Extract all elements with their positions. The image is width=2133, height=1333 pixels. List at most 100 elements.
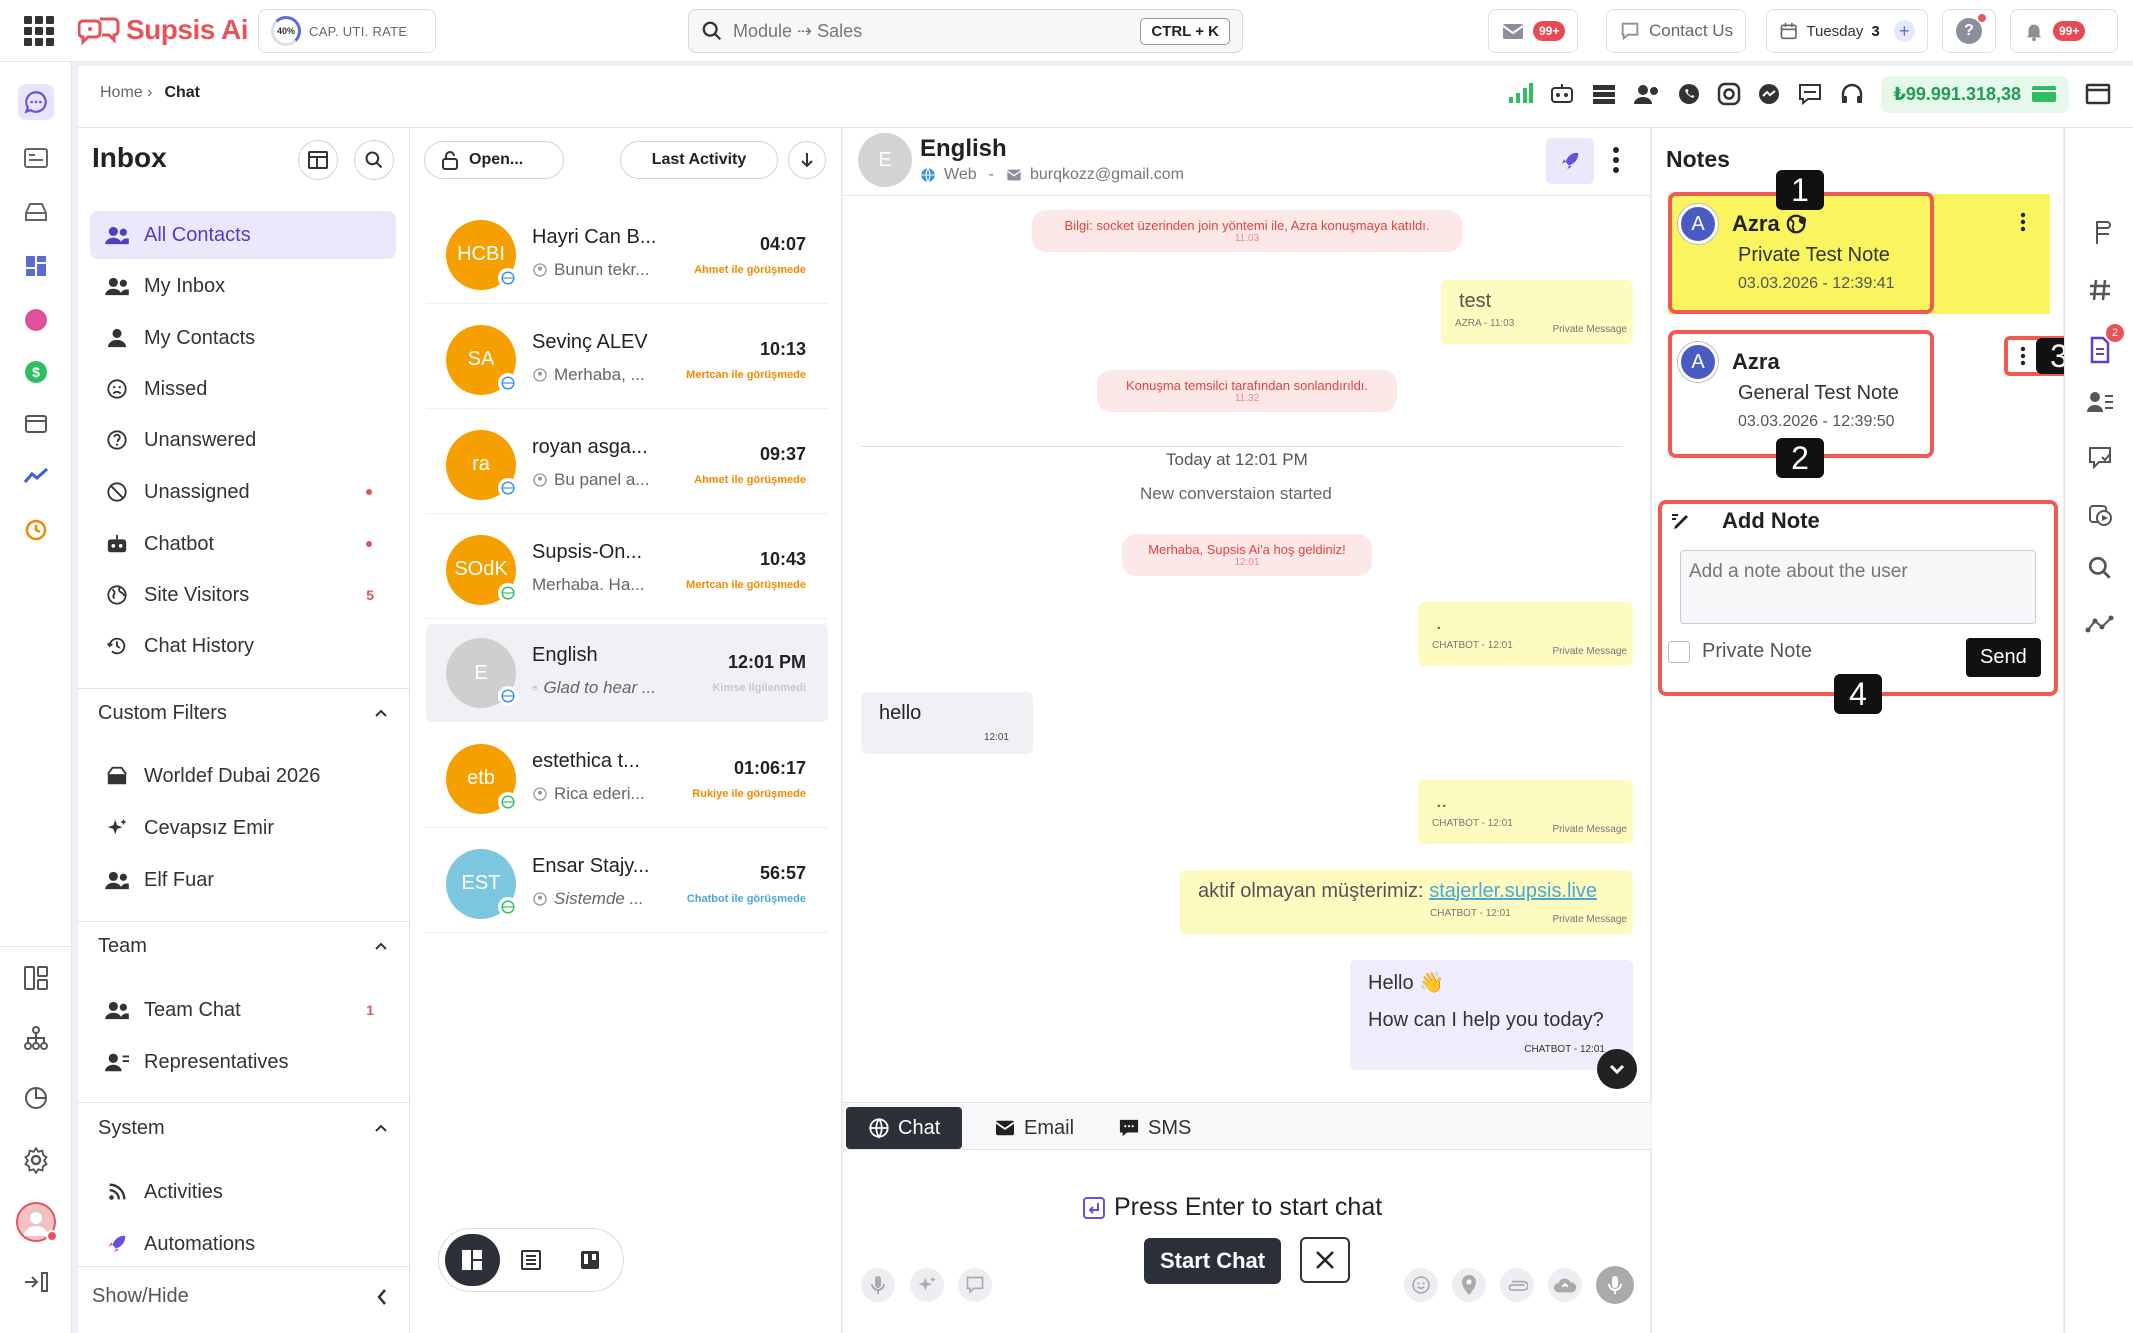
sales-nav-icon[interactable]: $ xyxy=(18,354,54,390)
emoji-button[interactable] xyxy=(1404,1268,1438,1302)
notifications-button[interactable]: 99+ xyxy=(2010,9,2118,53)
message-bubble[interactable]: .. CHATBOT - 12:01 Private Message xyxy=(1418,780,1633,844)
conversation-row[interactable]: SOdK Supsis-On... 10:43 Merhaba. Ha... Mertc… xyxy=(426,521,828,619)
nav-missed[interactable]: Missed xyxy=(90,365,396,413)
note-more-icon[interactable] xyxy=(2020,212,2026,232)
journey-tab-icon[interactable] xyxy=(2082,606,2118,642)
nav-all-contacts[interactable]: All Contacts xyxy=(90,211,396,259)
balance-badge[interactable]: ₺99.991.318,38 xyxy=(1881,75,2069,113)
flow-nav-icon[interactable] xyxy=(18,302,54,338)
module-search[interactable]: Module ⇢ Sales CTRL + K xyxy=(688,9,1243,53)
reports-nav-icon[interactable] xyxy=(18,1080,54,1116)
incoming-message[interactable]: hello 12:01 xyxy=(861,692,1033,754)
nav-representatives[interactable]: Representatives xyxy=(90,1038,396,1086)
org-chart-icon[interactable] xyxy=(18,1020,54,1056)
apps-grid-icon[interactable] xyxy=(24,16,54,46)
nav-team-chat[interactable]: Team Chat 1 xyxy=(90,986,396,1034)
status-filter-button[interactable]: Open... xyxy=(424,141,564,179)
app-logo[interactable]: Supsis Ai xyxy=(78,12,249,48)
nav-site-visitors[interactable]: Site Visitors 5 xyxy=(90,571,396,619)
nav-activities[interactable]: Activities xyxy=(90,1168,396,1216)
custom-filters-header[interactable]: Custom Filters xyxy=(98,700,388,726)
notes-tab-icon[interactable]: 2 xyxy=(2082,324,2124,368)
message-bubble[interactable]: . CHATBOT - 12:01 Private Message xyxy=(1418,602,1633,666)
team-icon[interactable] xyxy=(1633,83,1661,105)
server-icon[interactable] xyxy=(1591,83,1617,105)
message-bubble[interactable]: test AZRA - 11:03 Private Message xyxy=(1441,280,1633,344)
capacity-utilization[interactable]: 40% CAP. UTI. RATE xyxy=(258,9,436,53)
upload-button[interactable] xyxy=(1548,1268,1582,1302)
conversations-tab-icon[interactable] xyxy=(2082,440,2118,476)
conversation-row[interactable]: EST Ensar Stajy... 56:57 Sistemde ... Chatbo… xyxy=(426,835,828,933)
show-hide-toggle[interactable]: Show/Hide xyxy=(78,1266,410,1326)
dashboard-nav-icon[interactable] xyxy=(18,248,54,284)
conversation-row[interactable]: etb estethica t... 01:06:17 Rica ederi... Ru… xyxy=(426,730,828,828)
voice-button[interactable] xyxy=(861,1268,895,1302)
collapse-rail-icon[interactable] xyxy=(18,1264,54,1300)
note-more-icon[interactable] xyxy=(2020,346,2026,366)
tab-sms[interactable]: SMS xyxy=(1096,1107,1213,1149)
whatsapp-icon[interactable] xyxy=(1677,82,1701,106)
breadcrumb-home[interactable]: Home › xyxy=(100,84,152,102)
tab-chat[interactable]: Chat xyxy=(846,1107,963,1149)
conversation-row[interactable]: ra royan asga... 09:37 Bu panel a... Ahmet i… xyxy=(426,416,828,514)
add-event-icon[interactable]: + xyxy=(1893,20,1915,42)
attach-button[interactable] xyxy=(1500,1268,1534,1302)
messenger-icon[interactable] xyxy=(1757,82,1781,106)
sort-button[interactable]: Last Activity xyxy=(620,141,778,179)
private-note-checkbox[interactable] xyxy=(1668,640,1690,663)
nav-my-inbox[interactable]: My Inbox xyxy=(90,262,396,310)
kanban-view-button[interactable] xyxy=(445,1234,500,1286)
record-button[interactable] xyxy=(1596,1266,1634,1304)
nav-chatbot[interactable]: Chatbot xyxy=(90,520,396,568)
contact-us-button[interactable]: Contact Us xyxy=(1606,9,1747,53)
bot-icon[interactable] xyxy=(1549,82,1575,106)
conversation-row[interactable]: HCBI Hayri Can B... 04:07 Bunun tekr... Ahme… xyxy=(426,206,828,304)
location-button[interactable] xyxy=(1452,1268,1486,1302)
sms-icon[interactable] xyxy=(1797,82,1823,106)
nav-automations[interactable]: Automations xyxy=(90,1220,396,1268)
instagram-icon[interactable] xyxy=(1717,82,1741,106)
canned-response-button[interactable] xyxy=(958,1268,992,1302)
sort-direction-button[interactable] xyxy=(788,141,826,179)
panel-toggle-icon[interactable] xyxy=(2085,83,2111,105)
nav-my-contacts[interactable]: My Contacts xyxy=(90,314,396,362)
message-link[interactable]: stajerler.supsis.live xyxy=(1429,880,1597,902)
filter-worldef[interactable]: Worldef Dubai 2026 xyxy=(90,752,396,800)
bot-message[interactable]: Hello 👋 How can I help you today? CHATBO… xyxy=(1350,960,1633,1070)
scroll-down-button[interactable] xyxy=(1597,1049,1637,1089)
conversation-row[interactable]: E English 12:01 PM Glad to hear ... Kimse il… xyxy=(426,624,828,722)
note-card-private[interactable]: A Azra Private Test Note 03.03.2026 - 12… xyxy=(1668,192,1934,314)
send-note-button[interactable]: Send xyxy=(1966,638,2041,677)
list-view-button[interactable] xyxy=(504,1234,559,1286)
launch-button[interactable] xyxy=(1546,138,1594,184)
contact-card-icon[interactable] xyxy=(2082,384,2118,420)
start-chat-button[interactable]: Start Chat xyxy=(1144,1238,1282,1284)
analytics-nav-icon[interactable] xyxy=(18,458,54,494)
mail-button[interactable]: 99+ xyxy=(1488,9,1579,53)
settings-gear-icon[interactable] xyxy=(18,1142,54,1178)
contact-name[interactable]: English xyxy=(920,135,1007,163)
media-tab-icon[interactable] xyxy=(2082,496,2118,532)
nav-unanswered[interactable]: Unanswered xyxy=(90,416,396,464)
conversation-row[interactable]: SA Sevinç ALEV 10:13 Merhaba, ... Mertcan il… xyxy=(426,311,828,409)
clock-nav-icon[interactable] xyxy=(18,512,54,548)
info-tab-icon[interactable] xyxy=(2082,214,2118,250)
inbox-tray-icon[interactable] xyxy=(18,194,54,230)
hashtag-icon[interactable] xyxy=(2082,272,2118,308)
signal-icon[interactable] xyxy=(1507,83,1534,105)
headset-icon[interactable] xyxy=(1839,82,1865,106)
user-avatar[interactable] xyxy=(16,1202,58,1242)
help-button[interactable]: ? xyxy=(1942,9,1996,53)
ai-assist-button[interactable] xyxy=(910,1268,944,1302)
private-note-toggle[interactable]: Private Note xyxy=(1668,640,1812,663)
layout-toggle-button[interactable] xyxy=(298,140,338,180)
chat-more-icon[interactable] xyxy=(1612,146,1620,174)
inbox-search-button[interactable] xyxy=(354,140,394,180)
board-view-button[interactable] xyxy=(562,1234,617,1286)
message-bubble[interactable]: aktif olmayan müşterimiz: stajerler.sups… xyxy=(1180,870,1633,934)
tab-email[interactable]: Email xyxy=(972,1107,1096,1149)
contact-avatar[interactable]: E xyxy=(858,133,912,187)
nav-unassigned[interactable]: Unassigned xyxy=(90,468,396,516)
team-header[interactable]: Team xyxy=(98,933,388,959)
